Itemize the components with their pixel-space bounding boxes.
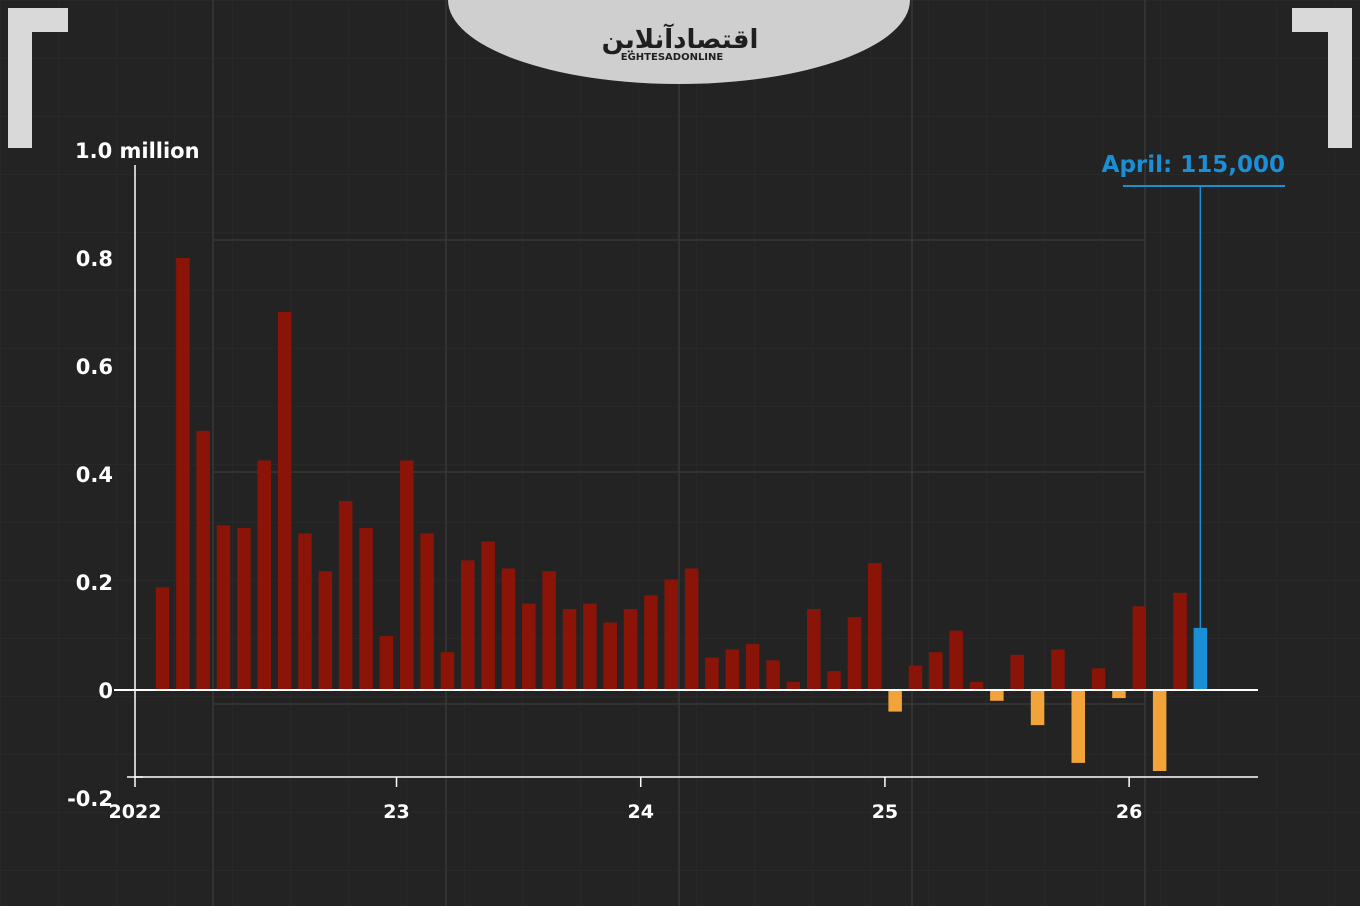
data-bar: [257, 460, 271, 690]
x-tick-label: 26: [1116, 801, 1142, 823]
x-tick-label: 24: [627, 801, 653, 823]
data-bar: [542, 571, 556, 690]
data-bar: [929, 652, 943, 690]
y-tick-label: 0.4: [76, 463, 113, 487]
data-bar: [1071, 690, 1085, 763]
data-bar: [949, 630, 963, 690]
data-bar: [990, 690, 1004, 701]
data-bar: [766, 660, 780, 690]
logo-text-en: EGHTESADONLINE: [621, 52, 724, 63]
y-tick-label: 0.8: [76, 247, 113, 271]
data-bar: [1010, 654, 1024, 690]
x-tick-label: 23: [383, 801, 409, 823]
data-bar: [1030, 690, 1045, 726]
data-bar: [908, 665, 923, 690]
data-bar: [644, 595, 658, 690]
data-bar: [745, 644, 760, 690]
data-bar: [1152, 690, 1167, 771]
data-bar: [562, 609, 577, 690]
data-bar: [868, 563, 882, 690]
data-bar: [277, 312, 292, 690]
data-bar: [847, 617, 862, 690]
x-tick-label: 2022: [109, 801, 162, 823]
data-bar: [623, 609, 638, 690]
y-tick-label: 0.2: [76, 571, 113, 595]
data-bar: [705, 657, 719, 690]
data-bar: [1132, 606, 1147, 690]
y-tick-label: 0: [98, 679, 113, 703]
data-bar: [338, 501, 353, 690]
data-bar: [1051, 649, 1065, 690]
payroll-bar-chart: اقتصادآنلاین EGHTESADONLINE 1.0 million 0…: [0, 0, 1360, 906]
data-bar: [216, 525, 231, 690]
data-bar: [684, 568, 699, 690]
data-bar: [379, 636, 394, 690]
data-bar: [786, 681, 801, 690]
data-bar: [827, 671, 841, 690]
y-tick-label: 0.6: [76, 355, 113, 379]
data-bar: [888, 690, 902, 712]
data-bar: [501, 568, 516, 690]
data-bar: [725, 649, 740, 690]
data-bar: [237, 528, 251, 690]
data-bar: [969, 681, 984, 690]
data-bar: [583, 603, 597, 690]
data-bar: [481, 541, 495, 690]
data-bar: [440, 652, 455, 690]
data-bar: [603, 622, 617, 690]
data-bar: [1193, 627, 1208, 690]
data-bar: [461, 560, 475, 690]
x-tick-label: 25: [872, 801, 898, 823]
data-bar: [359, 528, 373, 690]
data-bar: [664, 579, 678, 690]
data-bar: [155, 587, 170, 690]
logo-text-fa: اقتصادآنلاین: [602, 23, 759, 55]
data-bar: [1112, 690, 1126, 699]
y-tick-label: 1.0 million: [75, 139, 200, 163]
data-bar: [1173, 592, 1187, 690]
data-bar: [1091, 668, 1106, 690]
y-tick-label: -0.2: [67, 787, 113, 811]
callout-label: April: 115,000: [1102, 152, 1285, 178]
data-bar: [522, 603, 536, 690]
data-bar: [176, 258, 190, 690]
data-bar: [807, 609, 821, 690]
data-bar: [318, 571, 333, 690]
data-bar: [196, 430, 210, 690]
data-bar: [400, 460, 414, 690]
data-bar: [298, 533, 312, 690]
data-bar: [420, 533, 434, 690]
